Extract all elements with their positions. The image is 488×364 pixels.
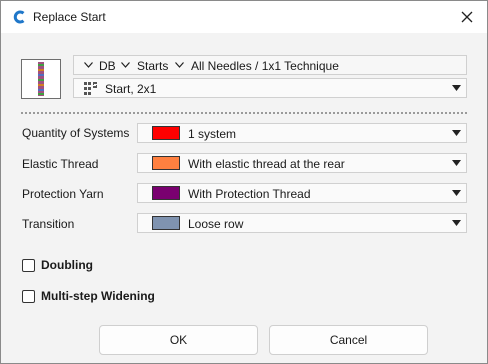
quantity-of-systems-label: Quantity of Systems xyxy=(22,126,130,140)
ok-button[interactable]: OK xyxy=(99,325,258,355)
dropdown-arrow-icon xyxy=(452,160,461,166)
protection-yarn-select[interactable]: With Protection Thread xyxy=(137,183,467,203)
start-icon xyxy=(84,82,97,95)
color-swatch xyxy=(152,216,180,230)
chevron-down-icon[interactable] xyxy=(84,62,93,68)
app-logo-icon xyxy=(12,10,26,24)
color-swatch xyxy=(152,186,180,200)
dropdown-arrow-icon xyxy=(452,85,461,91)
color-swatch xyxy=(152,126,180,140)
doubling-label: Doubling xyxy=(41,258,93,272)
close-button[interactable] xyxy=(447,1,487,33)
dropdown-arrow-icon xyxy=(452,190,461,196)
start-select-value: Start, 2x1 xyxy=(105,82,157,96)
chevron-down-icon[interactable] xyxy=(121,62,130,68)
transition-value: Loose row xyxy=(188,217,244,231)
elastic-thread-value: With elastic thread at the rear xyxy=(188,157,345,171)
start-preview-thumbnail xyxy=(21,59,61,99)
cancel-button[interactable]: Cancel xyxy=(269,325,428,355)
transition-select[interactable]: Loose row xyxy=(137,213,467,233)
start-select[interactable]: Start, 2x1 xyxy=(73,78,467,98)
multi-step-widening-checkbox[interactable] xyxy=(22,290,35,303)
quantity-of-systems-select[interactable]: 1 system xyxy=(137,123,467,143)
breadcrumb-item-technique[interactable]: All Needles / 1x1 Technique xyxy=(191,59,339,73)
close-icon xyxy=(461,11,473,23)
chevron-down-icon[interactable] xyxy=(175,62,184,68)
doubling-checkbox[interactable] xyxy=(22,259,35,272)
replace-start-dialog: Replace Start DB Starts All Needles / 1x… xyxy=(0,0,488,364)
separator xyxy=(21,112,467,114)
protection-yarn-value: With Protection Thread xyxy=(188,187,311,201)
quantity-of-systems-value: 1 system xyxy=(188,127,237,141)
elastic-thread-select[interactable]: With elastic thread at the rear xyxy=(137,153,467,173)
elastic-thread-label: Elastic Thread xyxy=(22,157,99,171)
transition-label: Transition xyxy=(22,217,75,231)
breadcrumb: DB Starts All Needles / 1x1 Technique xyxy=(73,55,467,75)
dropdown-arrow-icon xyxy=(452,220,461,226)
dropdown-arrow-icon xyxy=(452,130,461,136)
protection-yarn-label: Protection Yarn xyxy=(22,187,104,201)
breadcrumb-item-starts[interactable]: Starts xyxy=(137,59,168,73)
breadcrumb-item-db[interactable]: DB xyxy=(99,59,116,73)
color-swatch xyxy=(152,156,180,170)
window-title: Replace Start xyxy=(33,10,106,24)
title-bar: Replace Start xyxy=(1,1,487,33)
multi-step-widening-label: Multi-step Widening xyxy=(41,289,155,303)
